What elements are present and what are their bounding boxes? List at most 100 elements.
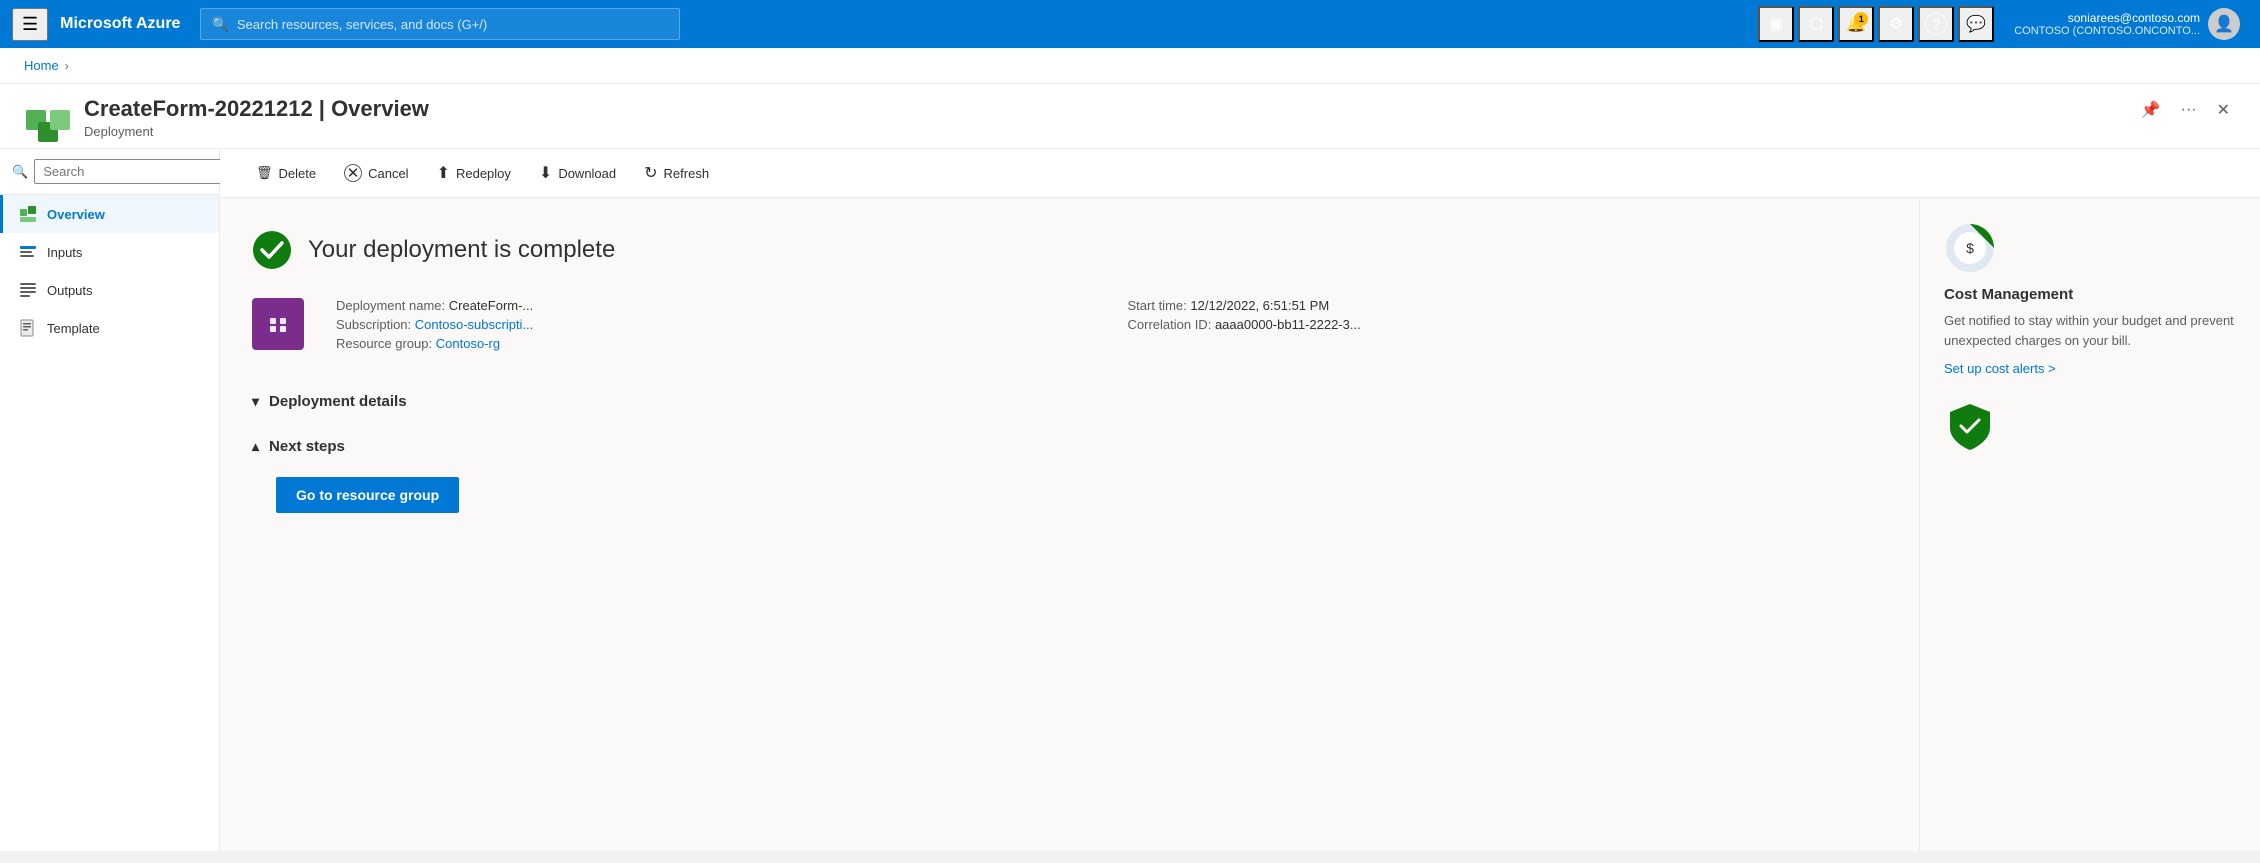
terminal-button[interactable]: ▣	[1758, 6, 1794, 42]
settings-button[interactable]: ⚙	[1878, 6, 1914, 42]
redeploy-label: Redeploy	[456, 166, 511, 181]
deployment-name-value: CreateForm-...	[449, 298, 534, 313]
resource-group-link[interactable]: Contoso-rg	[436, 336, 500, 351]
download-icon: ⬇	[539, 163, 552, 183]
deployment-details-chevron: ▾	[252, 393, 259, 410]
sidebar-item-inputs[interactable]: Inputs	[0, 233, 219, 271]
delete-label: Delete	[279, 166, 317, 181]
user-email: soniarees@contoso.com	[2014, 11, 2200, 25]
more-options-button[interactable]: ···	[2175, 97, 2203, 123]
cost-management-section: $ Cost Management Get notified to stay w…	[1944, 222, 2236, 376]
correlation-id-label: Correlation ID:	[1128, 317, 1212, 332]
avatar: 👤	[2208, 8, 2240, 40]
next-steps-chevron: ▴	[252, 438, 259, 455]
sidebar-item-outputs[interactable]: Outputs	[0, 271, 219, 309]
deployment-name-row: Deployment name: CreateForm-...	[336, 298, 1096, 313]
next-steps-accordion: ▴ Next steps Go to resource group	[252, 428, 1887, 513]
sidebar-template-label: Template	[47, 321, 100, 336]
deployment-details-label: Deployment details	[269, 393, 407, 410]
cancel-icon: ✕	[344, 164, 362, 182]
settings-icon: ⚙	[1889, 14, 1903, 34]
resource-group-label: Resource group:	[336, 336, 432, 351]
global-search-input[interactable]	[237, 17, 670, 32]
search-icon: 🔍	[211, 16, 228, 33]
page-header-title-area: CreateForm-20221212 | Overview Deploymen…	[84, 96, 2135, 139]
start-time-label: Start time:	[1128, 298, 1187, 313]
inputs-icon	[19, 243, 37, 261]
deployment-resource-icon	[24, 100, 72, 148]
refresh-icon: ↻	[644, 163, 657, 183]
sidebar: 🔍 « Overview	[0, 149, 220, 851]
success-check-icon	[252, 230, 292, 270]
hamburger-menu[interactable]: ☰	[12, 8, 48, 41]
help-button[interactable]: ?	[1918, 6, 1954, 42]
cloud-shell-button[interactable]: ⬡	[1798, 6, 1834, 42]
page-title: CreateForm-20221212 | Overview	[84, 96, 2135, 122]
global-search-bar: 🔍	[200, 8, 680, 40]
top-navigation: ☰ Microsoft Azure 🔍 ▣ ⬡ 🔔 1 ⚙ ? 💬 soniar…	[0, 0, 2260, 48]
sidebar-inputs-label: Inputs	[47, 245, 82, 260]
go-to-resource-group-button[interactable]: Go to resource group	[276, 477, 459, 513]
deployment-panel: Your deployment is complete	[220, 198, 1920, 851]
delete-button[interactable]: 🗑 Delete	[244, 159, 328, 187]
breadcrumb-home[interactable]: Home	[24, 58, 59, 73]
brand-name: Microsoft Azure	[60, 15, 180, 33]
cancel-button[interactable]: ✕ Cancel	[332, 158, 420, 188]
security-section	[1944, 400, 2236, 455]
terminal-icon: ▣	[1769, 14, 1784, 34]
deployment-right-fields: Start time: 12/12/2022, 6:51:51 PM Corre…	[1128, 298, 1888, 336]
deployment-details-accordion: ▾ Deployment details	[252, 383, 1887, 420]
pin-button[interactable]: 📌	[2135, 96, 2167, 124]
redeploy-icon: ⬆	[437, 163, 450, 183]
sidebar-item-template[interactable]: Template	[0, 309, 219, 347]
deployment-left-fields: Deployment name: CreateForm-... Subscrip…	[336, 298, 1096, 355]
page-title-text: CreateForm-20221212 | Overview	[84, 96, 429, 122]
sidebar-search-icon: 🔍	[12, 164, 28, 180]
cost-management-title: Cost Management	[1944, 286, 2236, 303]
sidebar-search-input[interactable]	[34, 159, 228, 184]
deployment-name-label: Deployment name:	[336, 298, 445, 313]
refresh-label: Refresh	[664, 166, 710, 181]
feedback-icon: 💬	[1966, 14, 1986, 34]
user-text-block: soniarees@contoso.com CONTOSO (CONTOSO.O…	[2014, 11, 2200, 37]
toolbar: 🗑 Delete ✕ Cancel ⬆ Redeploy ⬇ Download …	[220, 149, 2260, 198]
feedback-button[interactable]: 💬	[1958, 6, 1994, 42]
download-label: Download	[558, 166, 616, 181]
sidebar-item-overview[interactable]: Overview	[0, 195, 219, 233]
notifications-button[interactable]: 🔔 1	[1838, 6, 1874, 42]
main-content: Your deployment is complete	[220, 198, 2260, 851]
deployment-type-icon	[252, 298, 304, 350]
cost-management-icon: $	[1944, 222, 1996, 274]
nav-icon-group: ▣ ⬡ 🔔 1 ⚙ ? 💬	[1758, 6, 1994, 42]
next-steps-content: Go to resource group	[252, 465, 1887, 513]
main-layout: 🔍 « Overview	[0, 149, 2260, 851]
breadcrumb: Home ›	[0, 48, 2260, 84]
correlation-id-value: aaaa0000-bb11-2222-3...	[1215, 317, 1361, 332]
delete-icon: 🗑	[256, 165, 273, 181]
close-button[interactable]: ✕	[2211, 96, 2236, 124]
sidebar-overview-label: Overview	[47, 207, 105, 222]
user-profile[interactable]: soniarees@contoso.com CONTOSO (CONTOSO.O…	[2006, 8, 2248, 40]
cancel-label: Cancel	[368, 166, 408, 181]
redeploy-button[interactable]: ⬆ Redeploy	[425, 157, 523, 189]
overview-icon	[19, 205, 37, 223]
download-button[interactable]: ⬇ Download	[527, 157, 628, 189]
deployment-complete-header: Your deployment is complete	[252, 230, 1887, 270]
start-time-value: 12/12/2022, 6:51:51 PM	[1190, 298, 1329, 313]
next-steps-label: Next steps	[269, 438, 345, 455]
sidebar-nav: Overview Inputs	[0, 195, 219, 851]
deployment-details-toggle[interactable]: ▾ Deployment details	[252, 383, 1887, 420]
subscription-label: Subscription:	[336, 317, 411, 332]
page-header: CreateForm-20221212 | Overview Deploymen…	[0, 84, 2260, 149]
set-up-cost-alerts-link[interactable]: Set up cost alerts >	[1944, 361, 2056, 376]
subscription-link[interactable]: Contoso-subscripti...	[415, 317, 534, 332]
user-tenant: CONTOSO (CONTOSO.ONCONTO...	[2014, 25, 2200, 37]
subscription-row: Subscription: Contoso-subscripti...	[336, 317, 1096, 332]
sidebar-outputs-label: Outputs	[47, 283, 93, 298]
hamburger-icon: ☰	[22, 14, 38, 34]
outputs-icon	[19, 281, 37, 299]
refresh-button[interactable]: ↻ Refresh	[632, 157, 721, 189]
cost-management-description: Get notified to stay within your budget …	[1944, 311, 2236, 350]
sidebar-search-area: 🔍 «	[0, 149, 219, 195]
next-steps-toggle[interactable]: ▴ Next steps	[252, 428, 1887, 465]
